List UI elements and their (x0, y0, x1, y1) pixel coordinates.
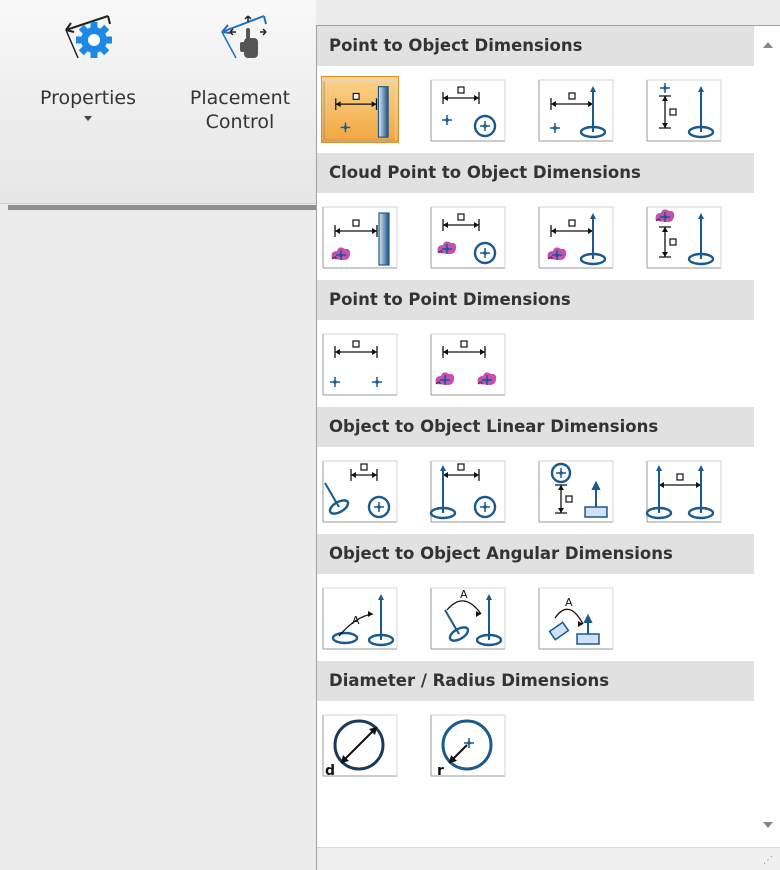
ribbon-divider (8, 205, 316, 210)
svg-text:A: A (565, 596, 573, 609)
cylinder-to-circle-linear-icon[interactable] (321, 457, 399, 524)
placement-label-line1: Placement (189, 87, 291, 109)
diameter-icon[interactable]: d (321, 711, 399, 778)
cylinder-to-cylinder-angular-icon[interactable]: A (429, 584, 507, 651)
group-items (317, 447, 754, 534)
placement-hand-icon (221, 15, 267, 59)
svg-text:A: A (460, 588, 468, 601)
cloud-point-to-circle-icon[interactable] (429, 203, 507, 270)
properties-button[interactable]: Properties (20, 8, 156, 168)
sphere-to-plane-linear-icon[interactable] (537, 457, 615, 524)
gallery-group: Cloud Point to Object Dimensions (317, 153, 754, 280)
group-items: d r (317, 701, 754, 788)
group-header: Object to Object Angular Dimensions (317, 534, 754, 574)
placement-label-line2: Control (205, 111, 275, 133)
properties-label: Properties (39, 87, 137, 109)
radius-icon[interactable]: r (429, 711, 507, 778)
cylinder-to-circle-linear-2-icon[interactable] (429, 457, 507, 524)
point-to-plane-icon[interactable] (321, 76, 399, 143)
svg-text:r: r (437, 763, 444, 778)
circle-to-cylinder-angular-icon[interactable]: A (321, 584, 399, 651)
cylinder-to-plane-angular-icon[interactable]: A (537, 584, 615, 651)
group-header: Point to Point Dimensions (317, 280, 754, 320)
group-header: Object to Object Linear Dimensions (317, 407, 754, 447)
properties-gear-icon (65, 15, 112, 59)
ribbon-group: Properties Placement Control (0, 0, 316, 204)
point-to-point-icon[interactable] (321, 330, 399, 397)
scroll-down-arrow-icon[interactable] (763, 822, 773, 828)
cloud-point-to-cylinder-icon[interactable] (537, 203, 615, 270)
point-to-circle-icon[interactable] (429, 76, 507, 143)
group-items: A A A (317, 574, 754, 661)
cloud-point-to-cylinder-vertical-icon[interactable] (645, 203, 723, 270)
group-items (317, 320, 754, 407)
vertical-scrollbar[interactable] (755, 26, 780, 846)
group-header: Cloud Point to Object Dimensions (317, 153, 754, 193)
gallery-group: Object to Object Angular Dimensions A A … (317, 534, 754, 661)
cloud-point-to-cloud-point-icon[interactable] (429, 330, 507, 397)
chevron-down-icon[interactable] (84, 116, 92, 121)
cylinder-to-cylinder-linear-icon[interactable] (645, 457, 723, 524)
dimension-gallery: Point to Object Dimensions Cloud Point t… (316, 25, 780, 870)
group-header: Diameter / Radius Dimensions (317, 661, 754, 701)
resize-grip-icon: ⋰ (763, 855, 773, 866)
gallery-group: Object to Object Linear Dimensions (317, 407, 754, 534)
point-to-cylinder-vertical-icon[interactable] (645, 76, 723, 143)
svg-text:d: d (325, 763, 335, 778)
group-items (317, 66, 754, 153)
svg-text:A: A (352, 614, 360, 627)
group-items (317, 193, 754, 280)
gallery-group: Diameter / Radius Dimensions d r (317, 661, 754, 788)
scroll-up-arrow-icon[interactable] (763, 42, 773, 48)
gallery-group: Point to Point Dimensions (317, 280, 754, 407)
gallery-group: Point to Object Dimensions (317, 26, 754, 153)
point-to-cylinder-icon[interactable] (537, 76, 615, 143)
group-header: Point to Object Dimensions (317, 26, 754, 66)
cloud-point-to-plane-icon[interactable] (321, 203, 399, 270)
placement-control-button[interactable]: Placement Control (172, 8, 308, 168)
resize-grip[interactable]: ⋰ (317, 847, 780, 870)
gallery-groups: Point to Object Dimensions Cloud Point t… (317, 26, 754, 846)
